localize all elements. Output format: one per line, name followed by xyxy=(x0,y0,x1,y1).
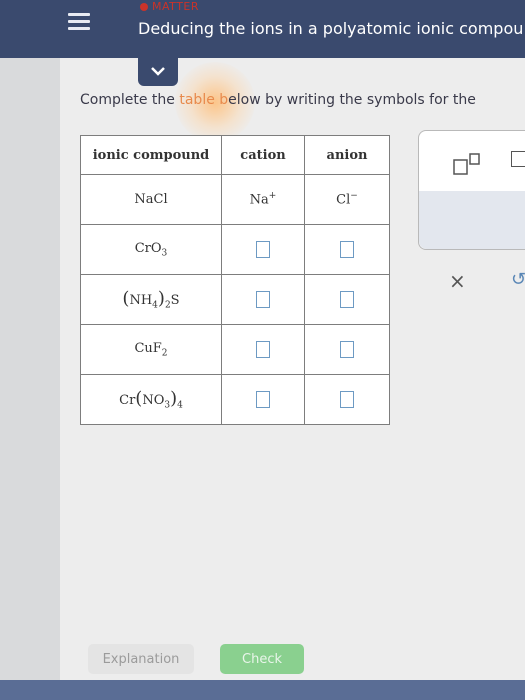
cation-cell xyxy=(221,274,305,325)
page-title: Deducing the ions in a polyatomic ionic … xyxy=(138,19,524,38)
cation-cell xyxy=(221,324,305,375)
anion-cell xyxy=(304,374,390,425)
input-palette: × ↺ xyxy=(418,130,525,293)
menu-icon[interactable] xyxy=(68,10,92,34)
topic-dot-icon xyxy=(140,2,148,11)
superscript-icon[interactable] xyxy=(453,153,483,175)
anion-answer-box[interactable] xyxy=(340,291,354,308)
cation-answer-box[interactable] xyxy=(256,341,270,358)
header-ionic-compound: ionic compound xyxy=(80,135,222,175)
collapse-button[interactable] xyxy=(138,58,178,86)
anion-answer-box[interactable] xyxy=(340,241,354,258)
cation-answer-box[interactable] xyxy=(256,241,270,258)
header-anion: anion xyxy=(304,135,390,175)
table-row: CrO3 xyxy=(80,224,390,275)
cation-cell: Na+ xyxy=(221,174,305,225)
palette-bottom: × ↺ xyxy=(419,191,525,293)
compound-cell: (NH4)2S xyxy=(80,274,222,325)
square-icon[interactable] xyxy=(511,151,525,167)
anion-cell xyxy=(304,274,390,325)
anion-cell xyxy=(304,324,390,375)
chevron-down-icon xyxy=(151,67,165,76)
table-row: Cr(NO3)4 xyxy=(80,374,390,425)
check-button[interactable]: Check xyxy=(220,644,304,674)
instructions-text: Complete the table below by writing the … xyxy=(80,92,476,108)
table-row: NaCl Na+ Cl− xyxy=(80,174,390,225)
explanation-button[interactable]: Explanation xyxy=(88,644,194,674)
cation-cell xyxy=(221,224,305,275)
table-row: CuF2 xyxy=(80,324,390,375)
anion-answer-box[interactable] xyxy=(340,341,354,358)
palette-top xyxy=(419,131,525,191)
anion-answer-box[interactable] xyxy=(340,391,354,408)
anion-cell xyxy=(304,224,390,275)
cation-answer-box[interactable] xyxy=(256,291,270,308)
topic-label: MATTER xyxy=(140,0,199,13)
undo-icon[interactable]: ↺ xyxy=(511,269,525,290)
footer-bar xyxy=(0,680,525,700)
cation-cell xyxy=(221,374,305,425)
table-row: (NH4)2S xyxy=(80,274,390,325)
anion-cell: Cl− xyxy=(304,174,390,225)
compound-cell: Cr(NO3)4 xyxy=(80,374,222,425)
compound-cell: NaCl xyxy=(80,174,222,225)
clear-icon[interactable]: × xyxy=(449,269,466,293)
top-header: MATTER Deducing the ions in a polyatomic… xyxy=(0,0,525,58)
ions-table: ionic compound cation anion NaCl Na+ Cl−… xyxy=(80,135,390,425)
table-header-row: ionic compound cation anion xyxy=(80,135,390,175)
header-cation: cation xyxy=(221,135,305,175)
compound-cell: CrO3 xyxy=(80,224,222,275)
compound-cell: CuF2 xyxy=(80,324,222,375)
cation-answer-box[interactable] xyxy=(256,391,270,408)
